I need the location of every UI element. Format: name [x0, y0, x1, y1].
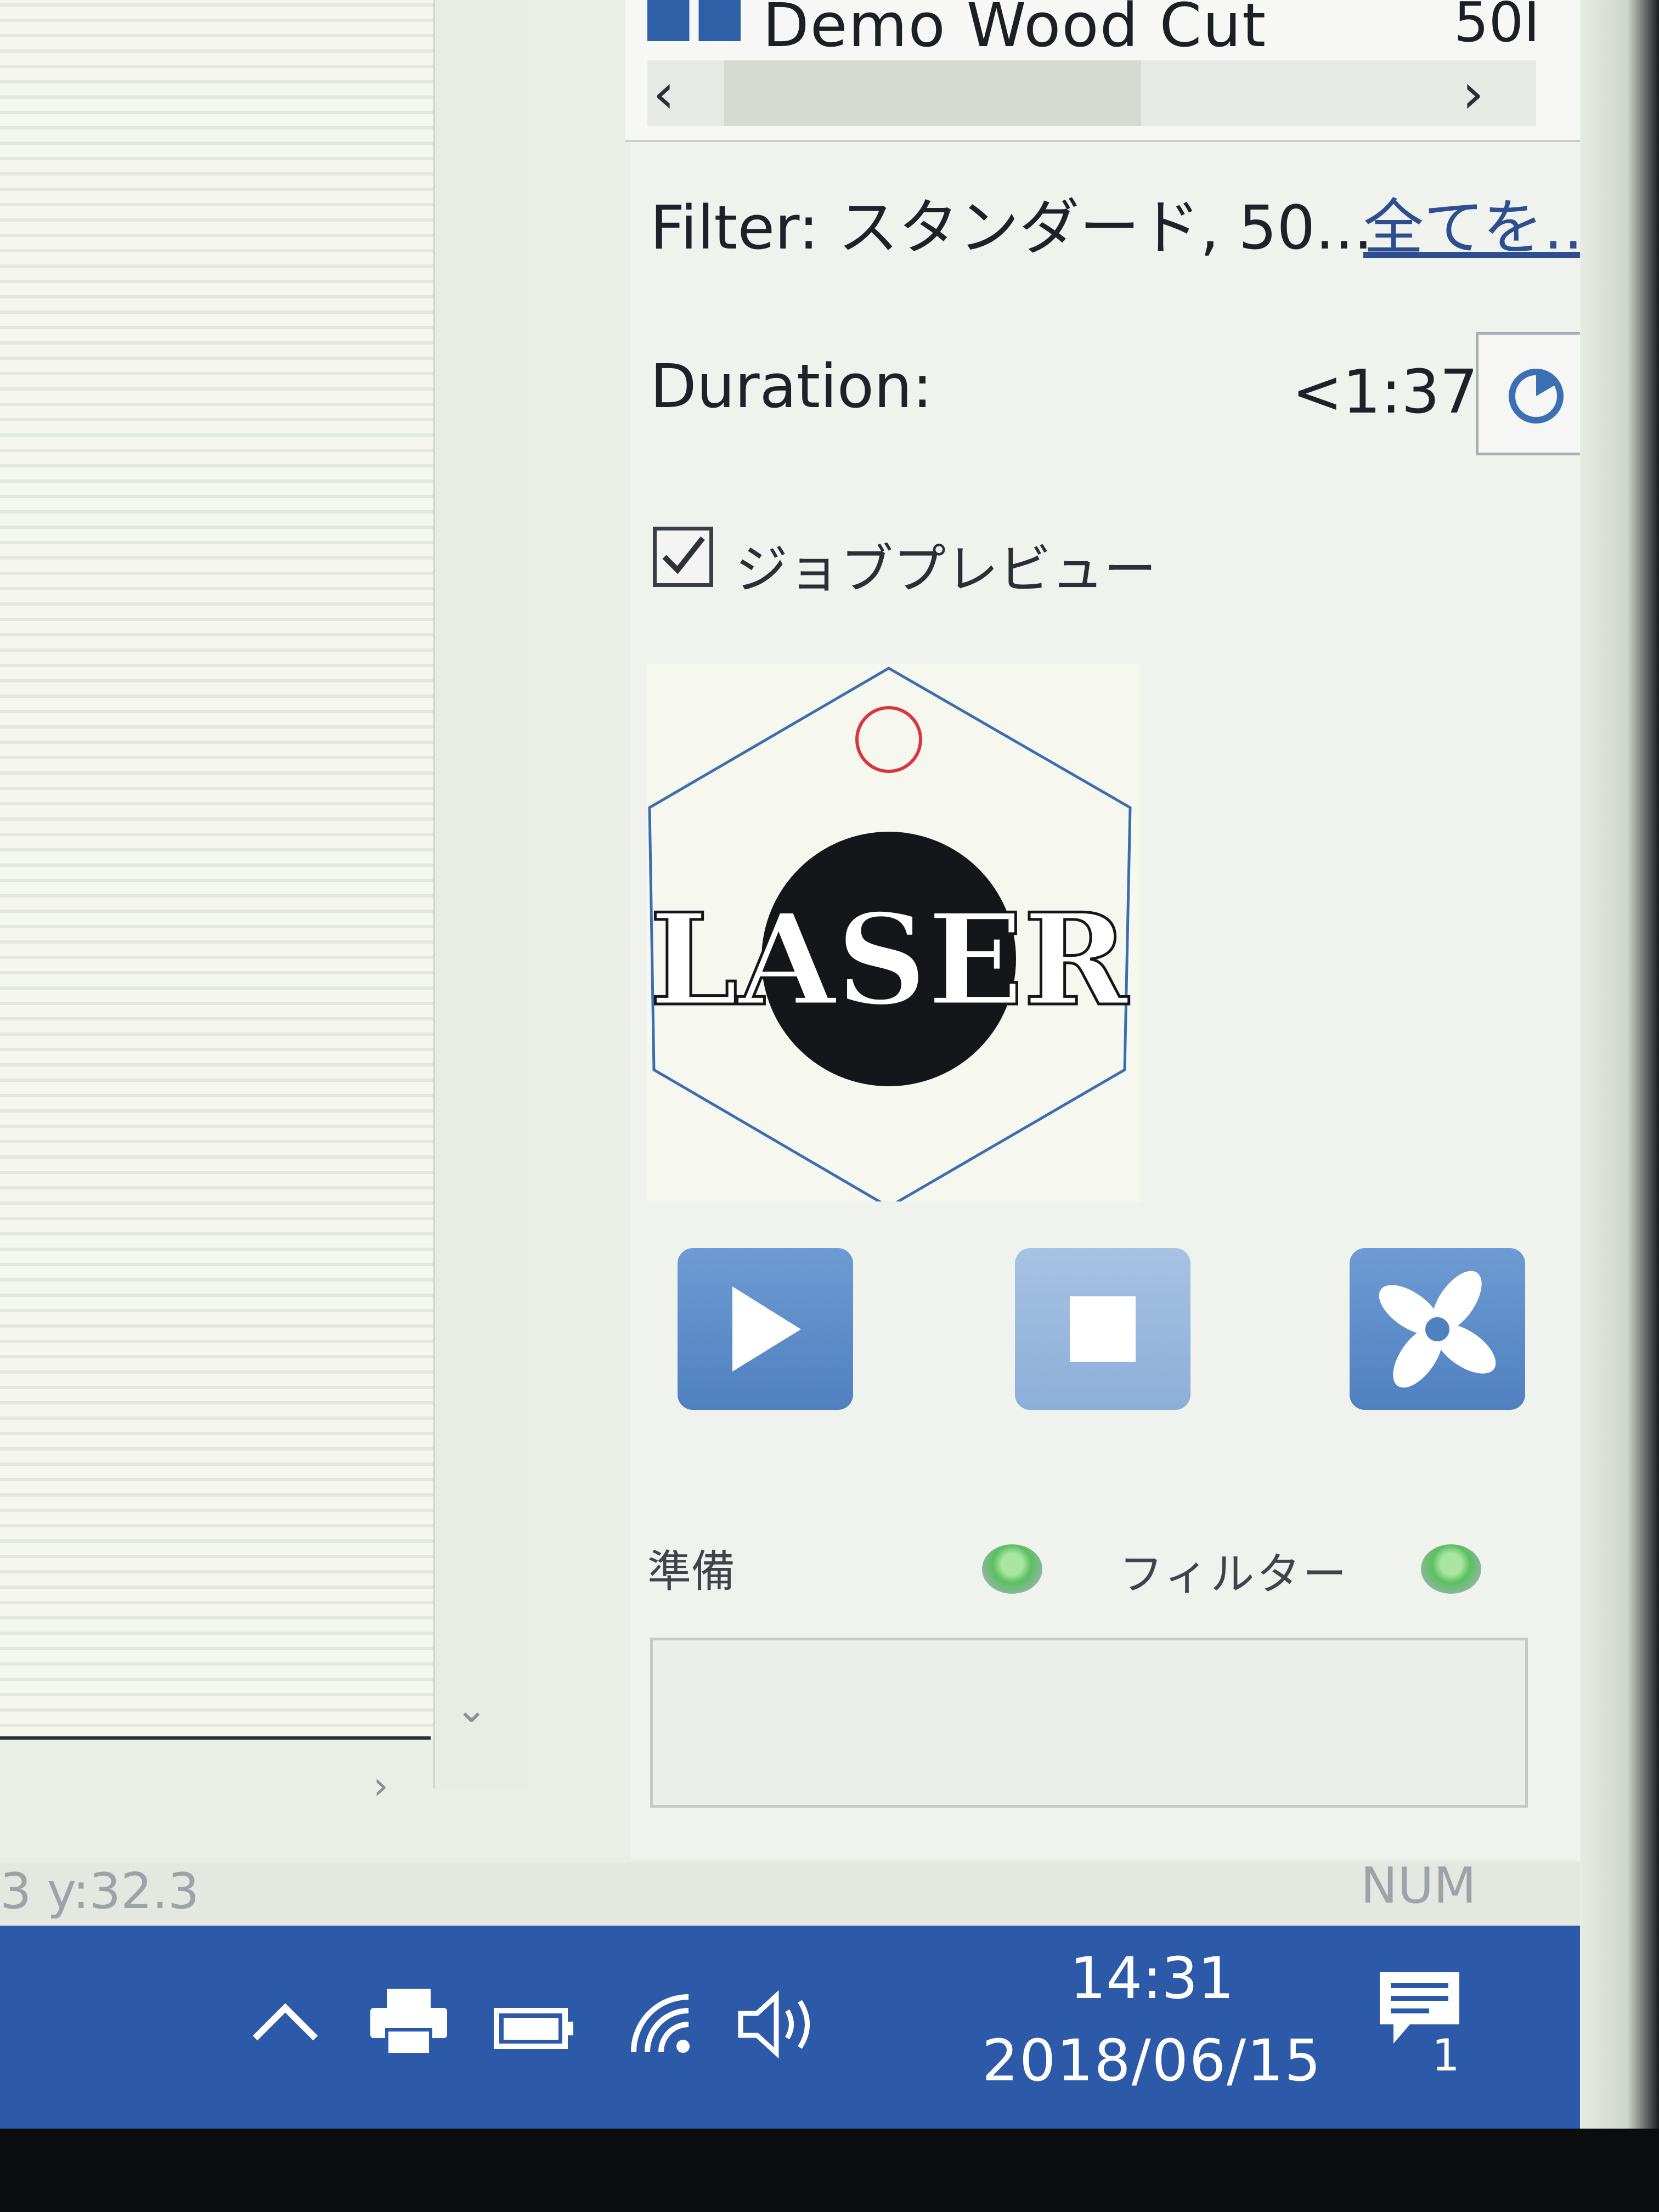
duration-value: <1:37 — [1292, 357, 1479, 427]
show-all-link[interactable]: 全てを… — [1363, 178, 1604, 266]
stop-icon — [1070, 1296, 1136, 1362]
play-icon — [732, 1286, 801, 1372]
filter-status-label: フィルター — [1119, 1549, 1349, 1600]
layers-icon — [647, 0, 741, 41]
timer-icon — [1509, 369, 1564, 424]
cut-marker-circle — [855, 706, 922, 773]
fan-icon — [1379, 1271, 1496, 1388]
job-preview-label: ジョブプレビュー — [735, 539, 1156, 600]
volume-icon[interactable] — [735, 1986, 823, 2065]
job-selector-value: 50I — [1454, 0, 1540, 54]
chevron-right-icon[interactable]: › — [373, 1767, 388, 1805]
fan-button[interactable] — [1350, 1248, 1525, 1410]
document-canvas[interactable] — [0, 0, 433, 1739]
chevron-up-icon[interactable] — [247, 1991, 324, 2049]
cursor-coordinates: 3 y:32.3 — [0, 1863, 200, 1920]
message-box — [650, 1638, 1528, 1808]
job-preview: LASER — [647, 664, 1141, 1209]
ready-status-label: 準備 — [647, 1546, 735, 1597]
printer-icon[interactable] — [368, 1986, 450, 2059]
notification-count-badge: 1 — [1432, 2030, 1460, 2081]
job-preview-checkbox[interactable] — [653, 527, 713, 587]
filter-status-led — [1421, 1544, 1481, 1594]
start-button[interactable] — [678, 1248, 853, 1410]
stop-button[interactable] — [1015, 1248, 1190, 1410]
vertical-scrollbar[interactable] — [433, 0, 528, 1788]
ready-status-led — [982, 1544, 1042, 1594]
screen-bezel-bottom — [0, 2129, 1659, 2212]
clock-time[interactable]: 14:31 — [1070, 1945, 1234, 2012]
job-selector-label: Demo Wood Cut — [763, 0, 1267, 60]
battery-icon[interactable] — [494, 2002, 576, 2054]
estimate-duration-button[interactable] — [1476, 332, 1596, 455]
chevron-down-icon[interactable]: ⌄ — [455, 1690, 488, 1728]
scrollbar-thumb[interactable] — [724, 60, 1141, 126]
clock-date[interactable]: 2018/06/15 — [982, 2027, 1322, 2094]
duration-label: Duration: — [650, 351, 933, 421]
wifi-icon[interactable] — [625, 1991, 697, 2059]
checkmark-icon — [662, 536, 705, 574]
laser-logo-text: LASER — [650, 886, 1130, 1034]
chevron-left-icon[interactable]: ‹ — [653, 61, 675, 126]
document-divider — [0, 1736, 431, 1740]
screen-bezel-right — [1580, 0, 1659, 2212]
chevron-right-icon[interactable]: › — [1462, 61, 1484, 126]
filter-label: Filter: スタンダード, 50... — [650, 193, 1373, 263]
num-lock-indicator: NUM — [1361, 1857, 1476, 1915]
